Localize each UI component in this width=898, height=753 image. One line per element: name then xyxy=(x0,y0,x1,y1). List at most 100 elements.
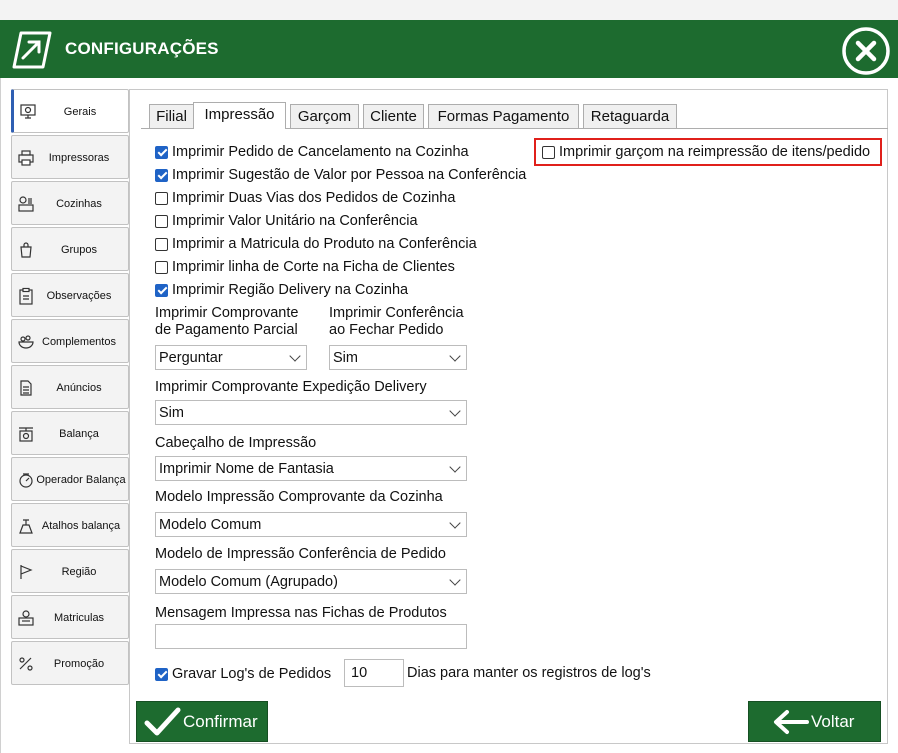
checkbox-save-order-logs[interactable]: Gravar Log's de Pedidos xyxy=(155,665,331,683)
delivery-receipt-label: Imprimir Comprovante Expedição Delivery xyxy=(155,379,427,395)
sidebar-item-atalhos-balanca[interactable]: Atalhos balança xyxy=(11,503,129,547)
delivery-receipt-select[interactable]: Sim xyxy=(155,400,467,425)
back-button[interactable]: Voltar xyxy=(748,701,881,742)
select-value: Perguntar xyxy=(159,350,223,366)
sidebar-item-cozinhas[interactable]: Cozinhas xyxy=(11,181,129,225)
checkbox-print-cancel-order[interactable]: Imprimir Pedido de Cancelamento na Cozin… xyxy=(155,143,469,161)
checkbox-label: Imprimir Pedido de Cancelamento na Cozin… xyxy=(172,144,469,160)
checkbox-print-unit-value[interactable]: Imprimir Valor Unitário na Conferência xyxy=(155,212,418,230)
sidebar-item-label: Região xyxy=(61,566,97,578)
chevron-down-icon xyxy=(449,461,461,473)
checkbox-label: Imprimir Sugestão de Valor por Pessoa na… xyxy=(172,167,527,183)
sidebar-item-label: Matriculas xyxy=(53,612,105,624)
sidebar-item-label: Gerais xyxy=(63,106,97,118)
close-conference-select[interactable]: Sim xyxy=(329,345,467,370)
sidebar-item-label: Cozinhas xyxy=(56,198,102,210)
chevron-down-icon xyxy=(449,405,461,417)
sidebar-item-label: Promoção xyxy=(53,658,105,670)
shortcut-scale-icon xyxy=(19,519,33,534)
checkbox-label: Imprimir Duas Vias dos Pedidos de Cozinh… xyxy=(172,190,456,206)
partial-payment-label-2: de Pagamento Parcial xyxy=(155,322,298,338)
checkbox-print-delivery-region[interactable]: Imprimir Região Delivery na Cozinha xyxy=(155,281,408,299)
checkbox-box[interactable] xyxy=(155,283,168,297)
arrow-left-icon xyxy=(774,709,809,734)
sidebar-item-regiao[interactable]: Região xyxy=(11,549,129,593)
sidebar-item-label: Atalhos balança xyxy=(41,520,121,532)
kitchen-model-select[interactable]: Modelo Comum xyxy=(155,512,467,537)
chevron-down-icon xyxy=(289,350,301,362)
checkbox-print-waiter-reprint[interactable]: Imprimir garçom na reimpressão de itens/… xyxy=(542,143,870,161)
back-button-label: Voltar xyxy=(811,711,855,731)
checkbox-label: Imprimir linha de Corte na Ficha de Clie… xyxy=(172,259,455,275)
checkbox-box[interactable] xyxy=(155,214,168,228)
checkbox-print-cut-line[interactable]: Imprimir linha de Corte na Ficha de Clie… xyxy=(155,258,455,276)
sidebar-item-balanca[interactable]: Balança xyxy=(11,411,129,455)
window-title: CONFIGURAÇÕES xyxy=(65,39,219,58)
tab-filial[interactable]: Filial xyxy=(149,104,194,128)
chevron-down-icon xyxy=(449,574,461,586)
close-icon[interactable] xyxy=(840,26,892,76)
partial-payment-select[interactable]: Perguntar xyxy=(155,345,307,370)
select-value: Sim xyxy=(159,405,184,421)
checkbox-label: Imprimir garçom na reimpressão de itens/… xyxy=(559,144,871,160)
checkbox-label: Imprimir a Matricula do Produto na Confe… xyxy=(172,236,477,252)
conference-model-label: Modelo de Impressão Conferência de Pedid… xyxy=(155,546,446,562)
conference-model-select[interactable]: Modelo Comum (Agrupado) xyxy=(155,569,467,594)
print-header-select[interactable]: Imprimir Nome de Fantasia xyxy=(155,456,467,481)
sidebar-item-promocao[interactable]: Promoção xyxy=(11,641,129,685)
chevron-down-icon xyxy=(449,350,461,362)
log-days-input[interactable] xyxy=(344,659,404,687)
sidebar-item-gerais[interactable]: Gerais xyxy=(11,89,129,133)
tab-impressao[interactable]: Impressão xyxy=(193,102,286,129)
tab-formas-pagamento[interactable]: Formas Pagamento xyxy=(428,104,579,128)
chevron-down-icon xyxy=(449,517,461,529)
sidebar-item-label: Observações xyxy=(46,290,112,302)
checkbox-box[interactable] xyxy=(155,667,168,681)
confirm-button[interactable]: Confirmar xyxy=(136,701,268,742)
select-value: Imprimir Nome de Fantasia xyxy=(159,461,334,477)
window-top-strip xyxy=(0,0,898,20)
sidebar-item-anuncios[interactable]: Anúncios xyxy=(11,365,129,409)
close-conference-label-2: ao Fechar Pedido xyxy=(329,322,444,338)
checkbox-box[interactable] xyxy=(155,168,168,182)
check-icon xyxy=(144,707,181,735)
checkbox-box[interactable] xyxy=(155,260,168,274)
sidebar-item-label: Grupos xyxy=(60,244,98,256)
checkbox-print-product-registration[interactable]: Imprimir a Matricula do Produto na Confe… xyxy=(155,235,477,253)
sidebar-item-label: Anúncios xyxy=(56,382,102,394)
checkbox-label: Imprimir Valor Unitário na Conferência xyxy=(172,213,418,229)
sidebar-item-grupos[interactable]: Grupos xyxy=(11,227,129,271)
checkbox-box[interactable] xyxy=(155,237,168,251)
select-value: Sim xyxy=(333,350,358,366)
operator-scale-icon xyxy=(19,473,33,488)
app-logo-icon xyxy=(12,31,52,69)
sidebar-item-label: Balança xyxy=(59,428,99,440)
sidebar-item-label: Complementos xyxy=(42,336,116,348)
sidebar-item-matriculas[interactable]: Matriculas xyxy=(11,595,129,639)
print-header-label: Cabeçalho de Impressão xyxy=(155,435,317,451)
sidebar-item-label: Operador Balança xyxy=(36,474,126,486)
checkbox-print-suggested-value[interactable]: Imprimir Sugestão de Valor por Pessoa na… xyxy=(155,166,526,184)
checkbox-label: Gravar Log's de Pedidos xyxy=(172,666,332,682)
sidebar-item-label: Impressoras xyxy=(48,152,110,164)
product-message-label: Mensagem Impressa nas Fichas de Produtos xyxy=(155,605,447,621)
tab-retaguarda[interactable]: Retaguarda xyxy=(583,104,677,128)
checkbox-print-two-copies[interactable]: Imprimir Duas Vias dos Pedidos de Cozinh… xyxy=(155,189,455,207)
checkbox-label: Imprimir Região Delivery na Cozinha xyxy=(172,282,409,298)
confirm-button-label: Confirmar xyxy=(183,711,258,731)
sidebar-item-complementos[interactable]: Complementos xyxy=(11,319,129,363)
kitchen-model-label: Modelo Impressão Comprovante da Cozinha xyxy=(155,489,443,505)
select-value: Modelo Comum (Agrupado) xyxy=(159,574,338,590)
sidebar-item-impressoras[interactable]: Impressoras xyxy=(11,135,129,179)
checkbox-box[interactable] xyxy=(542,145,555,159)
close-conference-label-1: Imprimir Conferência xyxy=(329,305,464,321)
sidebar-item-observacoes[interactable]: Observações xyxy=(11,273,129,317)
checkbox-box[interactable] xyxy=(155,191,168,205)
tab-cliente[interactable]: Cliente xyxy=(363,104,424,128)
tab-garcom[interactable]: Garçom xyxy=(290,104,359,128)
partial-payment-label-1: Imprimir Comprovante xyxy=(155,305,299,321)
select-value: Modelo Comum xyxy=(159,517,262,533)
product-message-input[interactable] xyxy=(155,624,467,649)
checkbox-box[interactable] xyxy=(155,145,168,159)
sidebar-item-operador-balanca[interactable]: Operador Balança xyxy=(11,457,129,501)
